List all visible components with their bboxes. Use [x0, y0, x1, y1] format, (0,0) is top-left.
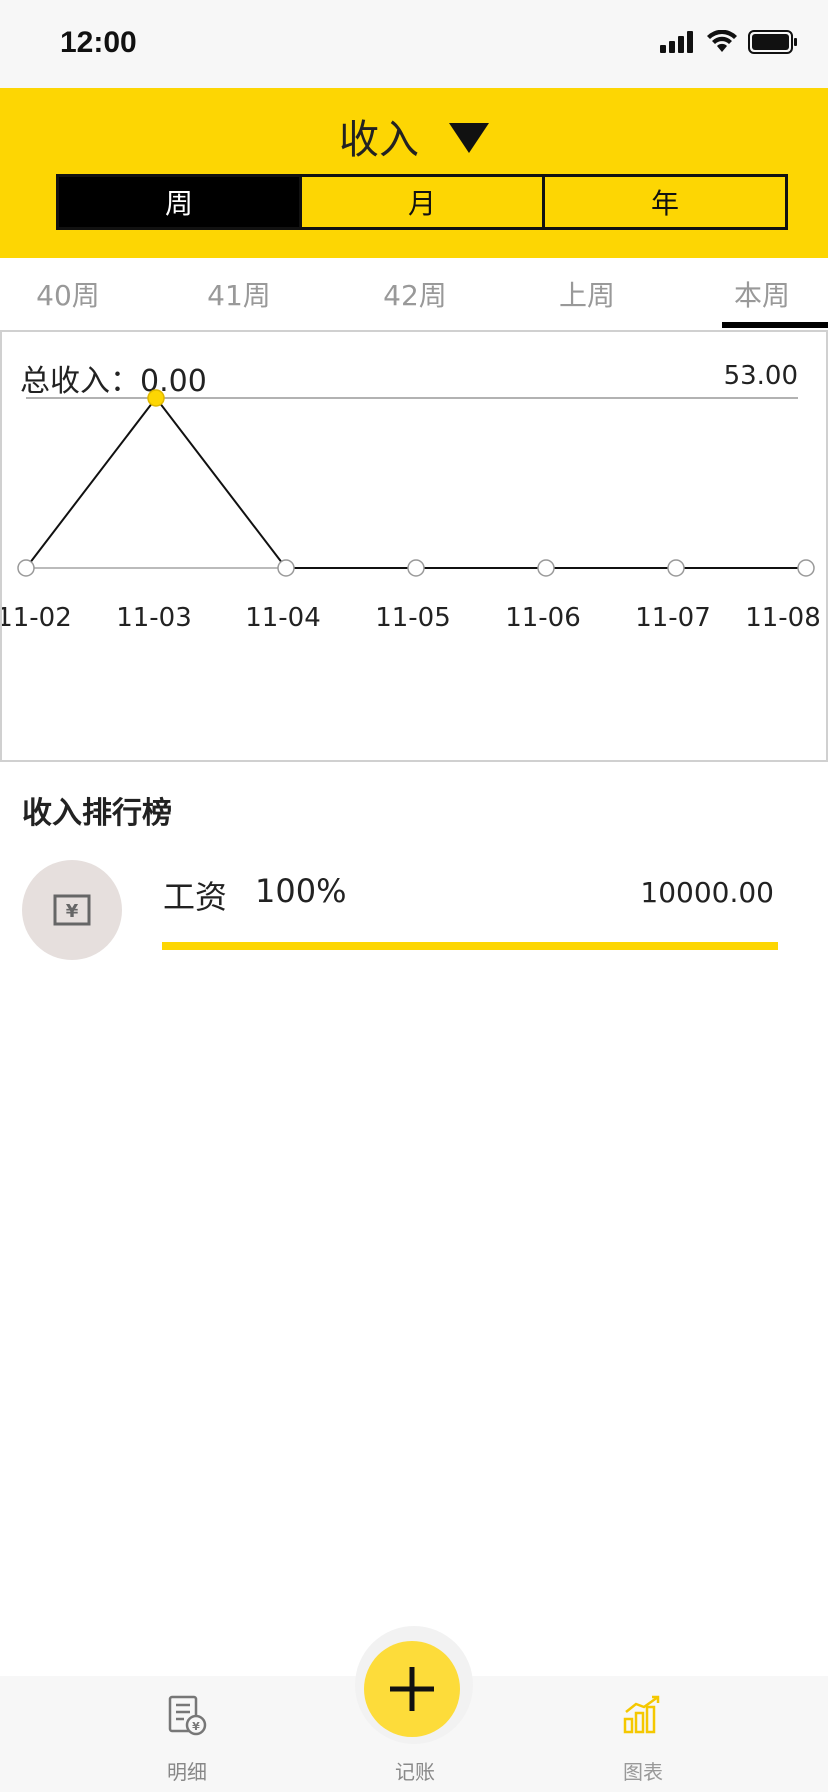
category-progress-fill — [162, 942, 778, 950]
x-tick-label: 11-08 — [745, 603, 821, 633]
segment-year[interactable]: 年 — [542, 177, 785, 227]
x-tick-label: 11-03 — [116, 603, 192, 633]
line-chart-card: 总收入：0.00 53.00 11-02 11-03 11-04 11-05 11-06 1… — [0, 330, 828, 762]
x-tick-label: 11-02 — [2, 603, 72, 633]
cellular-signal-icon — [660, 31, 693, 53]
yen-note-icon: ¥ — [53, 894, 91, 926]
battery-icon — [748, 30, 797, 54]
tab-week-42[interactable]: 42周 — [345, 258, 485, 330]
tab-this-week-label: 本周 — [733, 279, 790, 312]
tab-details-label: 明细 — [167, 1760, 207, 1784]
x-tick-label: 11-06 — [505, 603, 581, 633]
add-record-button[interactable] — [364, 1641, 460, 1737]
week-tabs: 40周 41周 42周 上周 本周 — [0, 258, 828, 330]
data-point — [667, 559, 685, 577]
type-title: 收入 — [339, 117, 419, 163]
header: 收入 周 月 年 — [0, 88, 828, 258]
data-point — [407, 559, 425, 577]
period-segmented-control: 周 月 年 — [56, 174, 788, 230]
category-progress-track — [162, 942, 778, 950]
data-point — [277, 559, 295, 577]
category-avatar: ¥ — [22, 860, 122, 960]
tab-last-week[interactable]: 上周 — [517, 258, 657, 330]
ranking-title: 收入排行榜 — [22, 796, 172, 831]
series-line — [25, 396, 806, 569]
tab-charts[interactable]: 图表 — [573, 1676, 713, 1792]
status-bar: 12:00 — [0, 0, 828, 88]
data-point — [537, 559, 555, 577]
status-icons — [660, 30, 798, 54]
data-point — [17, 559, 35, 577]
tab-charts-label: 图表 — [623, 1760, 663, 1784]
wifi-icon — [707, 30, 737, 52]
active-tab-underline — [722, 322, 828, 328]
tab-this-week[interactable]: 本周 — [692, 258, 828, 330]
bar-chart-icon — [623, 1695, 660, 1734]
category-amount: 10000.00 — [640, 876, 774, 909]
tab-week-40[interactable]: 40周 — [0, 258, 138, 330]
x-tick-label: 11-05 — [375, 603, 451, 633]
svg-text:¥: ¥ — [192, 1720, 200, 1733]
type-selector[interactable]: 收入 — [0, 106, 828, 166]
segment-month[interactable]: 月 — [299, 177, 542, 227]
bill-detail-icon: ¥ — [168, 1695, 207, 1736]
tab-bookkeeping-label: 记账 — [395, 1760, 435, 1784]
status-time: 12:00 — [60, 26, 137, 59]
income-line-chart: 53.00 11-02 11-03 11-04 11-05 11-06 11-07 11-08 — [2, 361, 821, 633]
segment-week[interactable]: 周 — [59, 177, 299, 227]
category-name: 工资 — [163, 878, 228, 916]
plus-icon — [390, 1667, 434, 1711]
ranking-row[interactable]: ¥ 工资 100% 10000.00 — [0, 858, 828, 960]
x-tick-label: 11-07 — [635, 603, 711, 633]
caret-down-icon — [449, 123, 489, 153]
x-tick-label: 11-04 — [245, 603, 321, 633]
tab-week-41[interactable]: 41周 — [169, 258, 309, 330]
category-percent: 100% — [255, 872, 347, 910]
svg-text:¥: ¥ — [66, 901, 79, 922]
tab-details[interactable]: ¥ 明细 — [117, 1676, 257, 1792]
data-point — [147, 389, 165, 407]
max-value-label: 53.00 — [724, 361, 798, 391]
data-point — [797, 559, 815, 577]
